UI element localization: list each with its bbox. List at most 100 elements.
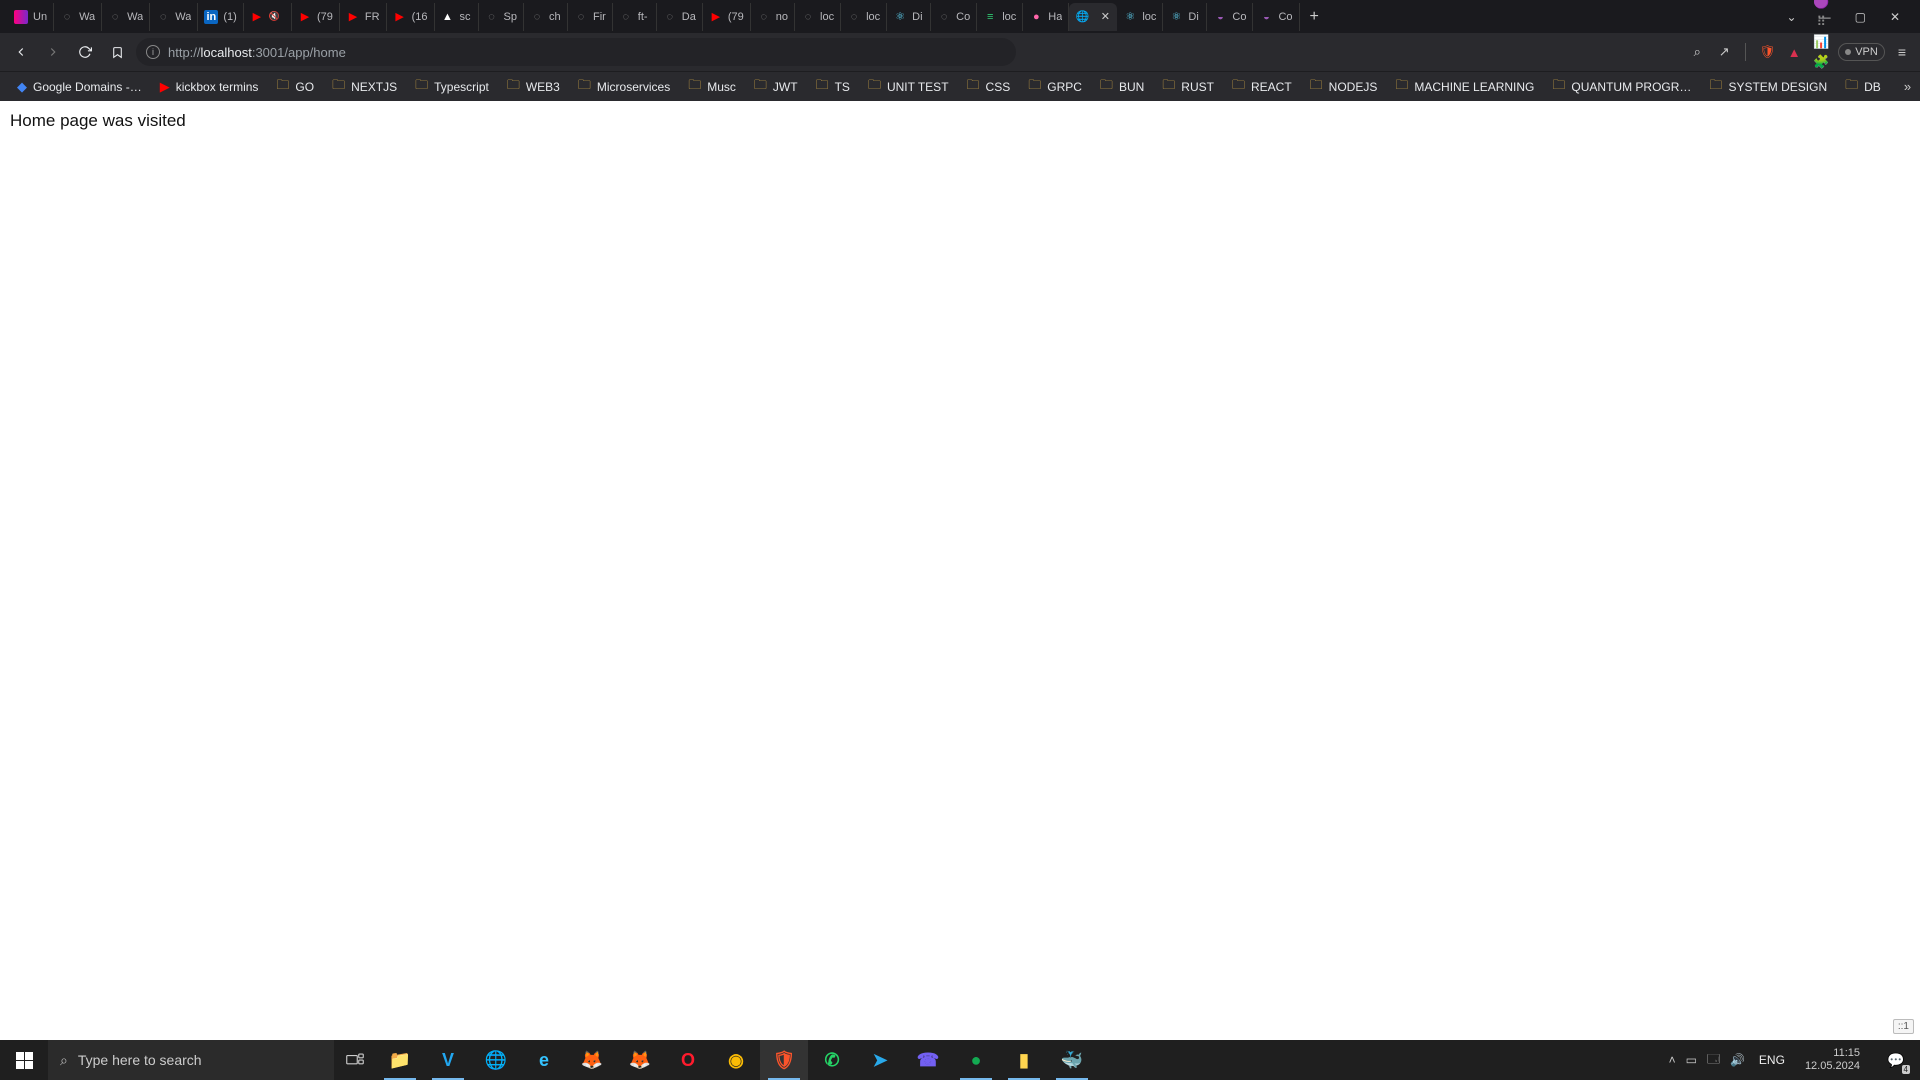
browser-tab[interactable]: ▶(79 bbox=[703, 3, 751, 31]
bookmark-item[interactable]: ▶kickbox termins bbox=[153, 75, 266, 99]
browser-tab[interactable]: Un bbox=[8, 3, 54, 31]
browser-tab[interactable]: ▶(79 bbox=[292, 3, 340, 31]
browser-tab[interactable]: ◌Wa bbox=[102, 3, 150, 31]
zoom-icon[interactable]: ⌕ bbox=[1687, 42, 1707, 62]
browser-tab[interactable]: ◌Fir bbox=[568, 3, 613, 31]
browser-tab[interactable]: ⚛loc bbox=[1117, 3, 1163, 31]
bookmark-item[interactable]: 🗀QUANTUM PROGR… bbox=[1545, 75, 1698, 99]
taskbar-app-edge[interactable]: e bbox=[520, 1040, 568, 1080]
browser-tab[interactable]: ▲sc bbox=[435, 3, 479, 31]
bookmark-label: QUANTUM PROGR… bbox=[1571, 80, 1691, 94]
bookmark-overflow-button[interactable]: » bbox=[1896, 79, 1919, 94]
tab-label: (16 bbox=[412, 11, 428, 23]
vpn-button[interactable]: VPN bbox=[1838, 43, 1885, 61]
bookmark-item[interactable]: 🗀WEB3 bbox=[500, 75, 567, 99]
tray-language[interactable]: ENG bbox=[1755, 1053, 1789, 1067]
tray-sound-icon[interactable]: 🔊 bbox=[1730, 1053, 1745, 1067]
browser-tab[interactable]: ◌Wa bbox=[150, 3, 198, 31]
browser-tab[interactable]: ◌loc bbox=[795, 3, 841, 31]
taskbar-app-file-explorer[interactable]: 📁 bbox=[376, 1040, 424, 1080]
bookmark-label: kickbox termins bbox=[176, 80, 259, 94]
browser-tab[interactable]: in(1) bbox=[198, 3, 243, 31]
taskbar-app-brave[interactable]: 🛡 bbox=[760, 1040, 808, 1080]
browser-tab[interactable]: ◌ch bbox=[524, 3, 568, 31]
bookmark-item[interactable]: 🗀JWT bbox=[747, 75, 805, 99]
bookmark-item[interactable]: 🗀NEXTJS bbox=[325, 75, 404, 99]
bookmark-item[interactable]: 🗀GRPC bbox=[1021, 75, 1089, 99]
browser-tab[interactable]: ⚛Di bbox=[887, 3, 931, 31]
bookmark-item[interactable]: 🗀TS bbox=[809, 75, 857, 99]
bookmark-item[interactable]: 🗀UNIT TEST bbox=[861, 75, 956, 99]
tray-chevron-icon[interactable]: ˄ bbox=[1669, 1053, 1676, 1067]
bookmark-item[interactable]: 🗀Typescript bbox=[408, 75, 496, 99]
bookmark-item[interactable]: 🗀Musc bbox=[681, 75, 743, 99]
bookmark-item[interactable]: 🗀CSS bbox=[960, 75, 1018, 99]
browser-tab[interactable]: ◌loc bbox=[841, 3, 887, 31]
bookmark-item[interactable]: 🗀Microservices bbox=[571, 75, 677, 99]
bookmark-item[interactable]: ◆Google Domains -… bbox=[10, 75, 149, 99]
bookmark-item[interactable]: 🗀DB bbox=[1838, 75, 1888, 99]
brave-shield-icon[interactable]: 🛡 bbox=[1757, 42, 1777, 62]
browser-tab[interactable]: ◌Co bbox=[931, 3, 977, 31]
bookmark-item[interactable]: 🗀MACHINE LEARNING bbox=[1388, 75, 1541, 99]
browser-tab[interactable]: ≡loc bbox=[977, 3, 1023, 31]
browser-tab[interactable]: ◌no bbox=[751, 3, 795, 31]
bookmark-button[interactable] bbox=[104, 39, 130, 65]
back-button[interactable] bbox=[8, 39, 34, 65]
folder-icon: 🗀 bbox=[1395, 76, 1408, 98]
tab-close-icon[interactable]: ✕ bbox=[1099, 11, 1111, 23]
taskbar-search[interactable]: ⌕ Type here to search bbox=[48, 1040, 334, 1080]
browser-tab[interactable]: ◌ft- bbox=[613, 3, 657, 31]
bookmark-label: JWT bbox=[773, 80, 798, 94]
tray-display-icon[interactable]: ▭ bbox=[1686, 1053, 1697, 1067]
share-icon[interactable]: ↗ bbox=[1714, 42, 1734, 62]
start-button[interactable] bbox=[0, 1040, 48, 1080]
extension-icon[interactable]: 📊 bbox=[1811, 32, 1831, 52]
tray-notifications[interactable]: 💬 4 bbox=[1876, 1040, 1916, 1080]
site-info-icon[interactable]: i bbox=[146, 45, 160, 59]
browser-tab[interactable]: ◒Co bbox=[1207, 3, 1253, 31]
taskbar-app-opera[interactable]: O bbox=[664, 1040, 712, 1080]
bookmark-item[interactable]: 🗀REACT bbox=[1225, 75, 1299, 99]
tray-clock[interactable]: 11:15 12.05.2024 bbox=[1799, 1047, 1866, 1073]
bookmark-item[interactable]: 🗀RUST bbox=[1155, 75, 1221, 99]
bookmark-item[interactable]: 🗀BUN bbox=[1093, 75, 1151, 99]
whatsapp-icon: ✆ bbox=[824, 1050, 839, 1071]
browser-tab[interactable]: ⚛Di bbox=[1163, 3, 1207, 31]
browser-tab[interactable]: ▶🔇 bbox=[244, 3, 292, 31]
taskbar-app-chrome[interactable]: ◉ bbox=[712, 1040, 760, 1080]
browser-tab[interactable]: ▶FR bbox=[340, 3, 387, 31]
bookmark-item[interactable]: 🗀GO bbox=[269, 75, 321, 99]
taskbar-app-firefox[interactable]: 🦊 bbox=[616, 1040, 664, 1080]
taskbar-app-brave-beta[interactable]: 🌐 bbox=[472, 1040, 520, 1080]
taskbar-app-sticky[interactable]: ▮ bbox=[1000, 1040, 1048, 1080]
extension-icon[interactable]: ⠿ bbox=[1811, 12, 1831, 32]
forward-button[interactable] bbox=[40, 39, 66, 65]
address-bar[interactable]: i http://localhost:3001/app/home bbox=[136, 38, 1016, 66]
tray-battery-icon[interactable]: 🗔 bbox=[1707, 1050, 1720, 1071]
browser-menu-button[interactable]: ≡ bbox=[1892, 44, 1912, 60]
taskbar-app-vscode[interactable]: V bbox=[424, 1040, 472, 1080]
brave-rewards-icon[interactable]: ▲ bbox=[1784, 42, 1804, 62]
browser-tab[interactable]: ◌Wa bbox=[54, 3, 102, 31]
bookmark-item[interactable]: 🗀SYSTEM DESIGN bbox=[1702, 75, 1834, 99]
browser-tab[interactable]: 🌐✕ bbox=[1069, 3, 1117, 31]
browser-tab[interactable]: ◌Da bbox=[657, 3, 703, 31]
extension-icon[interactable]: 🟣 bbox=[1811, 0, 1831, 12]
taskbar-app-viber[interactable]: ☎ bbox=[904, 1040, 952, 1080]
taskbar-app-whatsapp[interactable]: ✆ bbox=[808, 1040, 856, 1080]
browser-tab[interactable]: ▶(16 bbox=[387, 3, 435, 31]
taskbar-app-docker[interactable]: 🐳 bbox=[1048, 1040, 1096, 1080]
taskbar-app-mongo[interactable]: ● bbox=[952, 1040, 1000, 1080]
new-tab-button[interactable]: + bbox=[1300, 8, 1329, 26]
bookmark-label: UNIT TEST bbox=[887, 80, 949, 94]
task-view-button[interactable] bbox=[334, 1053, 376, 1067]
browser-tab[interactable]: ◌Sp bbox=[479, 3, 524, 31]
browser-tab[interactable]: ●Ha bbox=[1023, 3, 1069, 31]
bookmark-item[interactable]: 🗀NODEJS bbox=[1303, 75, 1385, 99]
taskbar-app-firefox-dev[interactable]: 🦊 bbox=[568, 1040, 616, 1080]
browser-tab[interactable]: ◒Co bbox=[1253, 3, 1299, 31]
extension-icon[interactable]: 🧩 bbox=[1811, 52, 1831, 72]
taskbar-app-telegram[interactable]: ➤ bbox=[856, 1040, 904, 1080]
reload-button[interactable] bbox=[72, 39, 98, 65]
